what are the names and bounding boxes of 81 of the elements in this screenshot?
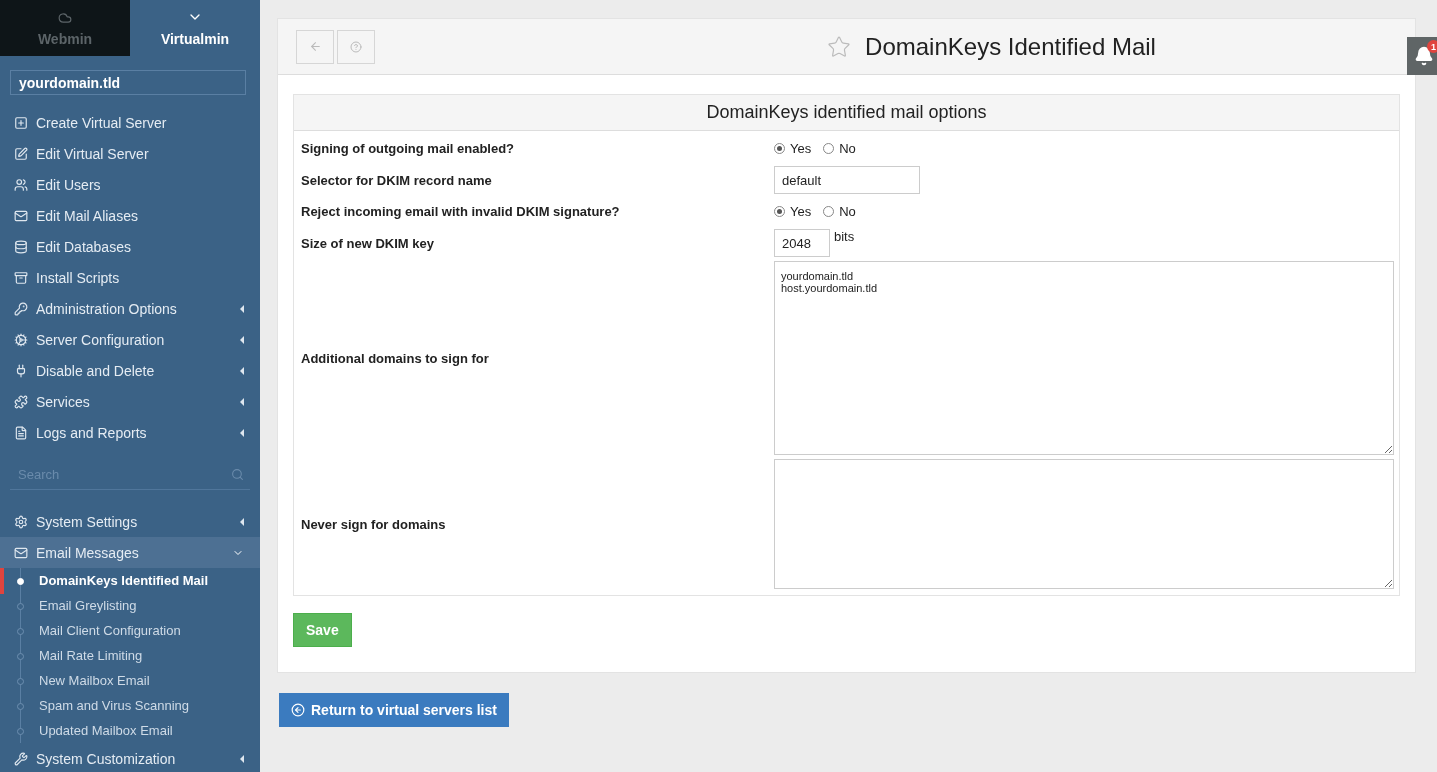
submenu-item[interactable]: New Mailbox Email — [0, 668, 260, 693]
sidebar-item[interactable]: Logs and Reports — [0, 417, 260, 448]
submenu-item[interactable]: Mail Rate Limiting — [0, 643, 260, 668]
submenu-item[interactable]: Spam and Virus Scanning — [0, 693, 260, 718]
wrench-icon — [14, 751, 28, 766]
edit-icon — [14, 146, 28, 161]
archive-icon — [14, 270, 28, 285]
radio-option[interactable]: No — [823, 141, 856, 156]
text-area[interactable] — [774, 459, 1394, 589]
sidebar-item[interactable]: Create Virtual Server — [0, 107, 260, 138]
submenu-item[interactable]: Email Greylisting — [0, 593, 260, 618]
switcher-tab[interactable]: Webmin — [0, 0, 130, 56]
sidebar-item[interactable]: System Customization — [0, 743, 260, 772]
caret-icon — [240, 517, 244, 526]
submenu-item[interactable]: Mail Client Configuration — [0, 618, 260, 643]
sidebar-item[interactable]: Email Messages — [0, 537, 260, 568]
text-area[interactable]: yourdomain.tld host.yourdomain.tld — [774, 261, 1394, 455]
bullet-icon — [17, 628, 24, 635]
caret-icon — [240, 335, 244, 344]
sidebar-item[interactable]: Edit Mail Aliases — [0, 200, 260, 231]
arrow-left-icon — [291, 703, 305, 717]
unit-label: bits — [834, 229, 855, 244]
field-label: Size of new DKIM key — [301, 235, 435, 251]
bullet-icon — [17, 728, 24, 735]
bullet-icon — [17, 703, 24, 710]
plus-square-icon — [14, 115, 28, 130]
envelope-icon — [14, 545, 28, 560]
bullet-icon — [17, 653, 24, 660]
sidebar-item[interactable]: Administration Options — [0, 293, 260, 324]
field-label: Additional domains to sign for — [301, 350, 490, 366]
sidebar-item[interactable]: Edit Databases — [0, 231, 260, 262]
file-icon — [14, 425, 28, 440]
field-label: Selector for DKIM record name — [301, 172, 493, 188]
active-marker — [0, 568, 4, 594]
panel-heading: DomainKeys identified mail options — [294, 95, 1399, 131]
field-label: Reject incoming email with invalid DKIM signature? — [301, 204, 621, 219]
return-button[interactable]: Return to virtual servers list — [279, 693, 509, 727]
help-icon — [350, 40, 362, 53]
bullet-icon — [17, 578, 24, 585]
bullet-icon — [17, 603, 24, 610]
sidebar-item[interactable]: System Settings — [0, 506, 260, 537]
domain-field[interactable]: yourdomain.tld — [10, 70, 246, 95]
caret-icon — [240, 428, 244, 437]
bell-icon — [1413, 46, 1434, 66]
radio-option[interactable]: No — [823, 204, 856, 219]
radio-option[interactable]: Yes — [774, 204, 812, 219]
radio-option[interactable]: Yes — [774, 141, 812, 156]
sidebar-item[interactable]: Server Configuration — [0, 324, 260, 355]
help-button[interactable] — [337, 29, 375, 64]
gears-icon — [14, 332, 28, 347]
settings-icon — [14, 514, 28, 529]
cloud-icon — [58, 11, 72, 25]
arrow-left-icon — [308, 40, 322, 53]
sidebar-item[interactable]: Install Scripts — [0, 262, 260, 293]
sidebar-item[interactable]: Disable and Delete — [0, 355, 260, 386]
sidebar-item[interactable]: Edit Virtual Server — [0, 138, 260, 169]
caret-icon — [240, 366, 244, 375]
page-title: DomainKeys Identified Mail — [865, 32, 1156, 61]
envelope-icon — [14, 208, 28, 223]
plug-icon — [14, 363, 28, 378]
number-field[interactable]: 2048 — [774, 229, 830, 257]
key-icon — [14, 301, 28, 316]
submenu-item[interactable]: DomainKeys Identified Mail — [0, 568, 260, 593]
notification-button[interactable]: 1 — [1407, 37, 1437, 75]
puzzle-icon — [14, 394, 28, 409]
text-field[interactable]: default — [774, 166, 920, 194]
sidebar-item[interactable]: Edit Users — [0, 169, 260, 200]
search-icon — [231, 468, 244, 481]
caret-icon — [240, 304, 244, 313]
notification-badge: 1 — [1427, 40, 1437, 53]
caret-icon — [240, 397, 244, 406]
back-button[interactable] — [296, 29, 334, 64]
field-label: Signing of outgoing mail enabled? — [301, 141, 516, 156]
star-icon[interactable] — [827, 34, 852, 59]
submenu-item[interactable]: Updated Mailbox Email — [0, 718, 260, 743]
caret-icon — [240, 754, 244, 763]
field-label: Never sign for domains — [301, 516, 447, 532]
users-icon — [14, 177, 28, 192]
sidebar-item[interactable]: Services — [0, 386, 260, 417]
bullet-icon — [17, 678, 24, 685]
database-icon — [14, 239, 28, 254]
